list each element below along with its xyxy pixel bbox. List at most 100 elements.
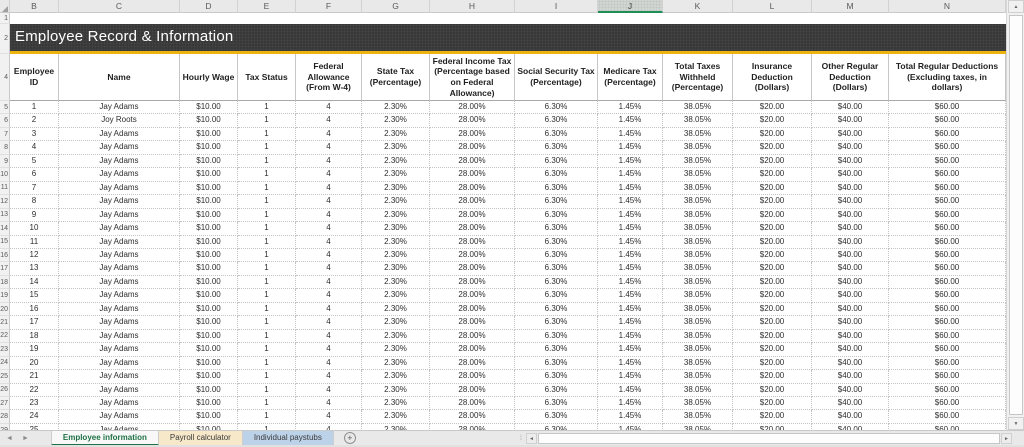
- row-number[interactable]: 20: [0, 303, 10, 316]
- table-cell[interactable]: 1: [238, 397, 296, 410]
- table-cell[interactable]: $20.00: [733, 168, 812, 181]
- table-cell[interactable]: 4: [296, 141, 362, 154]
- table-cell[interactable]: $20.00: [733, 236, 812, 249]
- table-cell[interactable]: $10.00: [180, 155, 238, 168]
- table-cell[interactable]: 23: [10, 397, 59, 410]
- table-cell[interactable]: 1.45%: [598, 370, 663, 383]
- table-cell[interactable]: 1: [238, 182, 296, 195]
- column-header-cell[interactable]: State Tax (Percentage): [362, 54, 430, 101]
- row-number[interactable]: 6: [0, 114, 10, 127]
- table-cell[interactable]: $20.00: [733, 289, 812, 302]
- sheet-tab-individual-paystubs[interactable]: Individual paystubs: [243, 431, 334, 446]
- table-cell[interactable]: 2.30%: [362, 168, 430, 181]
- table-cell[interactable]: $10.00: [180, 209, 238, 222]
- table-cell[interactable]: $60.00: [889, 195, 1006, 208]
- table-cell[interactable]: 1: [238, 384, 296, 397]
- table-cell[interactable]: $60.00: [889, 222, 1006, 235]
- table-cell[interactable]: $10.00: [180, 357, 238, 370]
- column-header-cell[interactable]: Other Regular Deduction (Dollars): [812, 54, 889, 101]
- table-cell[interactable]: $20.00: [733, 182, 812, 195]
- table-cell[interactable]: 4: [296, 249, 362, 262]
- table-cell[interactable]: 2.30%: [362, 370, 430, 383]
- table-cell[interactable]: $40.00: [812, 209, 889, 222]
- table-cell[interactable]: 14: [10, 276, 59, 289]
- table-cell[interactable]: 1: [238, 303, 296, 316]
- table-cell[interactable]: Jay Adams: [59, 357, 180, 370]
- table-cell[interactable]: 28.00%: [430, 155, 515, 168]
- row-number[interactable]: 10: [0, 168, 10, 181]
- table-cell[interactable]: 1: [238, 141, 296, 154]
- table-cell[interactable]: 38.05%: [663, 262, 733, 275]
- table-cell[interactable]: $60.00: [889, 397, 1006, 410]
- table-cell[interactable]: 28.00%: [430, 370, 515, 383]
- table-cell[interactable]: 38.05%: [663, 384, 733, 397]
- column-letter-g[interactable]: G: [362, 0, 430, 13]
- row-number[interactable]: 15: [0, 236, 10, 249]
- table-cell[interactable]: $60.00: [889, 370, 1006, 383]
- column-header-cell[interactable]: Employee ID: [10, 54, 59, 101]
- table-cell[interactable]: 28.00%: [430, 236, 515, 249]
- table-cell[interactable]: $60.00: [889, 330, 1006, 343]
- table-cell[interactable]: $60.00: [889, 289, 1006, 302]
- table-cell[interactable]: $60.00: [889, 384, 1006, 397]
- column-letter-e[interactable]: E: [238, 0, 296, 13]
- table-cell[interactable]: Jay Adams: [59, 343, 180, 356]
- table-cell[interactable]: 4: [296, 168, 362, 181]
- table-cell[interactable]: 6.30%: [515, 101, 598, 114]
- table-cell[interactable]: 1.45%: [598, 101, 663, 114]
- table-cell[interactable]: 2.30%: [362, 222, 430, 235]
- table-cell[interactable]: 28.00%: [430, 195, 515, 208]
- table-cell[interactable]: 28.00%: [430, 410, 515, 423]
- table-cell[interactable]: $10.00: [180, 397, 238, 410]
- table-cell[interactable]: $40.00: [812, 114, 889, 127]
- table-cell[interactable]: 1: [238, 128, 296, 141]
- table-cell[interactable]: 6.30%: [515, 195, 598, 208]
- column-letter-d[interactable]: D: [180, 0, 238, 13]
- table-cell[interactable]: $20.00: [733, 316, 812, 329]
- table-cell[interactable]: 38.05%: [663, 343, 733, 356]
- table-cell[interactable]: $20.00: [733, 410, 812, 423]
- table-cell[interactable]: 8: [10, 195, 59, 208]
- table-cell[interactable]: $10.00: [180, 289, 238, 302]
- table-cell[interactable]: $20.00: [733, 155, 812, 168]
- table-cell[interactable]: 38.05%: [663, 236, 733, 249]
- table-cell[interactable]: 38.05%: [663, 249, 733, 262]
- table-cell[interactable]: 7: [10, 182, 59, 195]
- table-cell[interactable]: $10.00: [180, 276, 238, 289]
- table-cell[interactable]: 17: [10, 316, 59, 329]
- table-cell[interactable]: $40.00: [812, 384, 889, 397]
- table-cell[interactable]: 38.05%: [663, 128, 733, 141]
- table-cell[interactable]: $40.00: [812, 370, 889, 383]
- table-cell[interactable]: Jay Adams: [59, 128, 180, 141]
- table-cell[interactable]: 38.05%: [663, 276, 733, 289]
- table-cell[interactable]: Jay Adams: [59, 303, 180, 316]
- table-cell[interactable]: 10: [10, 222, 59, 235]
- table-cell[interactable]: 4: [296, 276, 362, 289]
- table-cell[interactable]: 1: [238, 155, 296, 168]
- row-number[interactable]: 11: [0, 182, 10, 195]
- table-cell[interactable]: $40.00: [812, 141, 889, 154]
- table-cell[interactable]: 6.30%: [515, 236, 598, 249]
- table-cell[interactable]: 18: [10, 330, 59, 343]
- table-cell[interactable]: $10.00: [180, 101, 238, 114]
- scroll-left-icon[interactable]: ◄: [526, 433, 537, 444]
- table-cell[interactable]: $40.00: [812, 330, 889, 343]
- table-cell[interactable]: Jay Adams: [59, 316, 180, 329]
- table-cell[interactable]: 1.45%: [598, 262, 663, 275]
- table-cell[interactable]: $40.00: [812, 262, 889, 275]
- table-cell[interactable]: $10.00: [180, 343, 238, 356]
- table-cell[interactable]: $20.00: [733, 114, 812, 127]
- row-number[interactable]: 8: [0, 141, 10, 154]
- table-cell[interactable]: 2.30%: [362, 343, 430, 356]
- column-header-cell[interactable]: Social Security Tax (Percentage): [515, 54, 598, 101]
- table-cell[interactable]: 1.45%: [598, 384, 663, 397]
- table-cell[interactable]: $40.00: [812, 236, 889, 249]
- table-cell[interactable]: 2.30%: [362, 303, 430, 316]
- table-cell[interactable]: 1.45%: [598, 357, 663, 370]
- table-cell[interactable]: $10.00: [180, 316, 238, 329]
- table-cell[interactable]: 1: [238, 168, 296, 181]
- table-cell[interactable]: $20.00: [733, 397, 812, 410]
- table-cell[interactable]: $10.00: [180, 262, 238, 275]
- table-cell[interactable]: $60.00: [889, 249, 1006, 262]
- row-number[interactable]: 24: [0, 357, 10, 370]
